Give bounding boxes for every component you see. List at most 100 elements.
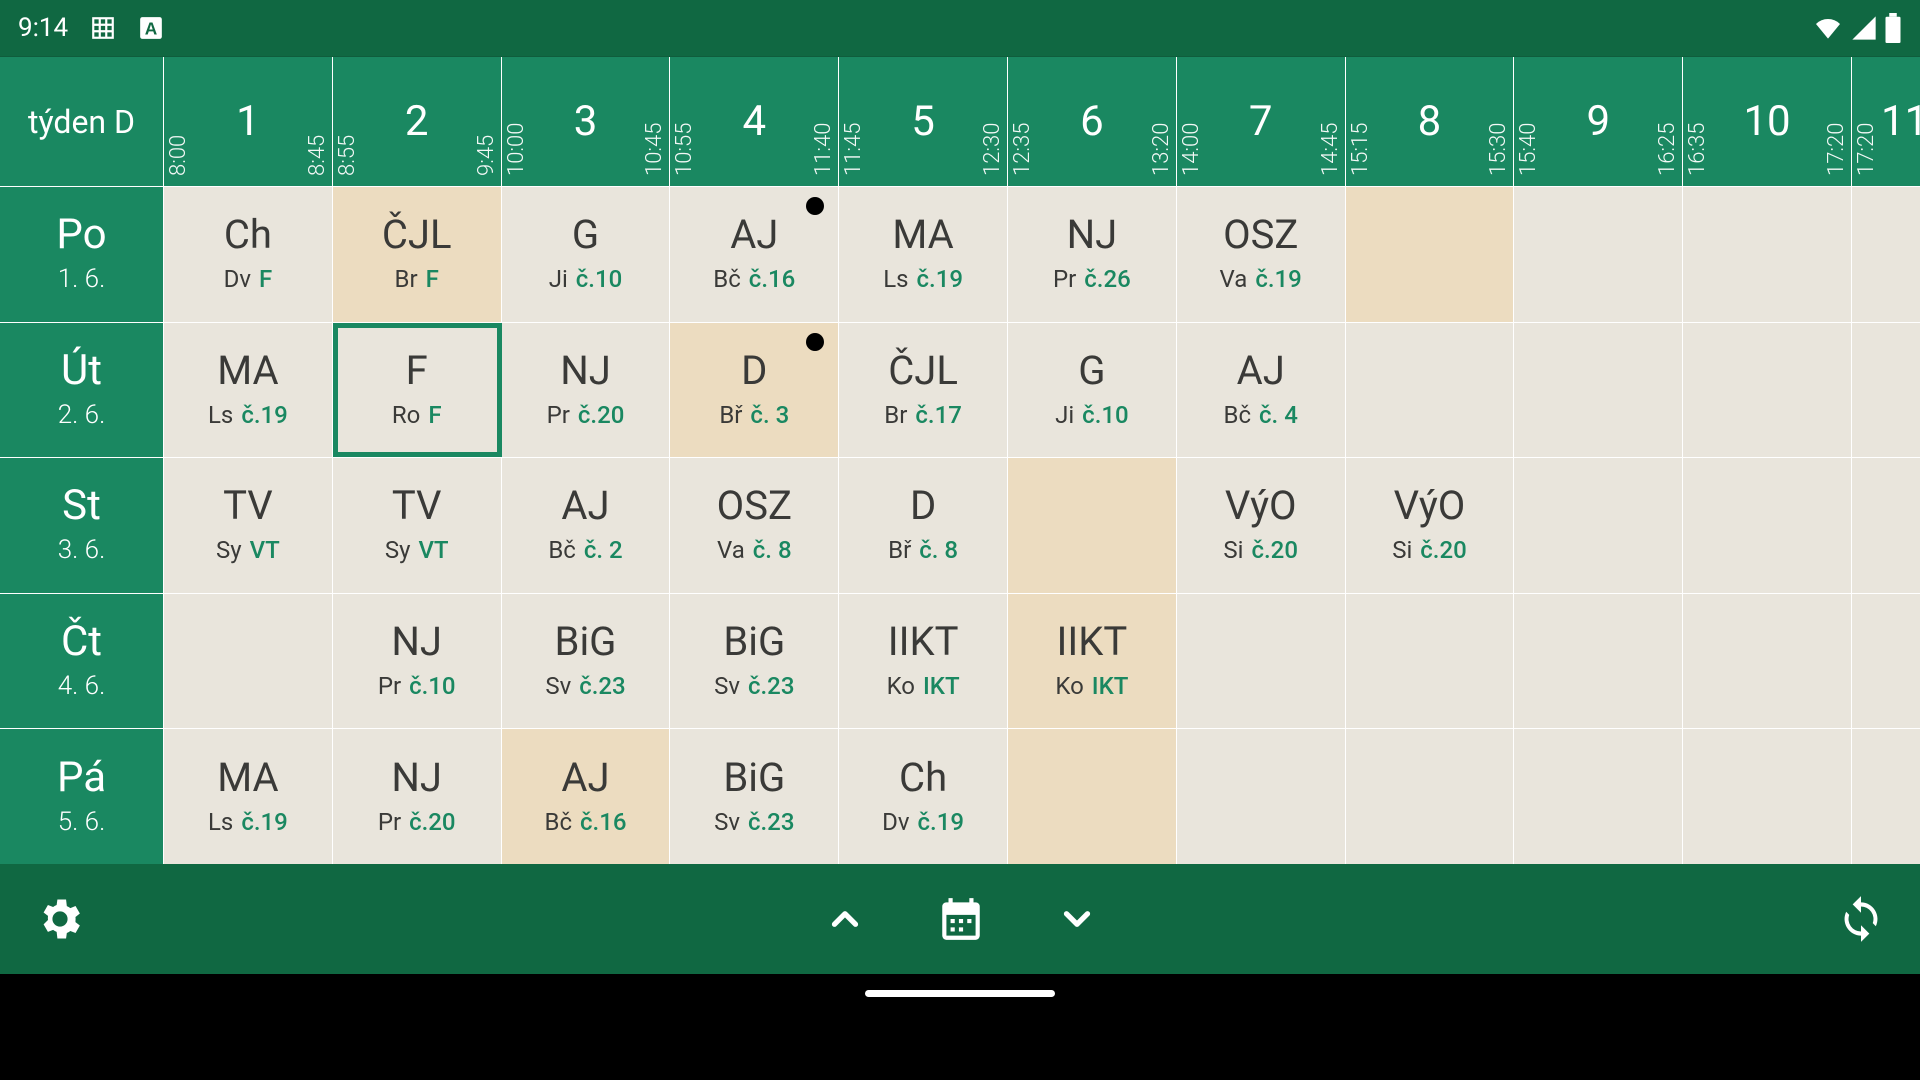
day-name: Út [61,350,102,392]
calendar-icon[interactable] [936,894,986,944]
subject-label: VýO [1225,486,1297,526]
lesson-cell[interactable]: MALsč.19 [839,187,1008,322]
wifi-icon [1812,12,1844,44]
lesson-meta: KoIKT [887,672,960,700]
day-row: Pá5. 6.MALsč.19NJPrč.20AJBčč.16BiGSvč.23… [0,728,1920,864]
room-label: č.20 [1420,536,1466,564]
lesson-cell[interactable]: AJBčč.16 [670,187,839,322]
chevron-down-icon[interactable] [1056,898,1098,940]
lesson-cell[interactable]: ČJLBrč.17 [839,323,1008,458]
lesson-cell[interactable]: NJPrč.10 [333,594,502,729]
lesson-cell[interactable]: IIKTKoIKT [839,594,1008,729]
status-time: 9:14 [18,13,68,43]
period-col-1: 8:0018:45 [164,57,333,186]
lesson-cell[interactable]: TVSyVT [333,458,502,593]
lesson-cell[interactable]: IIKTKoIKT [1008,594,1177,729]
lesson-meta: Prč.26 [1053,265,1131,293]
teacher-label: Bč [713,265,741,293]
empty-cell [1346,594,1515,729]
period-col-10: 16:351017:20 [1683,57,1852,186]
day-name: St [62,485,101,527]
lesson-cell[interactable]: MALsč.19 [164,729,333,864]
lesson-cell[interactable]: GJič.10 [1008,323,1177,458]
lesson-cell[interactable]: BiGSvč.23 [502,594,671,729]
teacher-label: Pr [378,808,401,836]
teacher-label: Pr [547,401,570,429]
period-end-time: 11:40 [809,57,838,186]
lesson-cell[interactable]: AJBčč.16 [502,729,671,864]
empty-cell [1683,187,1852,322]
status-bar: 9:14 A [0,0,1920,56]
lesson-meta: Svč.23 [545,672,625,700]
teacher-label: Bč [548,536,576,564]
lesson-cell[interactable]: GJič.10 [502,187,671,322]
empty-cell [1852,323,1920,458]
lesson-cell[interactable]: OSZVač. 8 [670,458,839,593]
period-end-time: 8:45 [303,57,332,186]
empty-cell [1683,458,1852,593]
room-label: č.17 [915,401,961,429]
lesson-cell[interactable]: DBřč. 3 [670,323,839,458]
period-number: 10 [1712,57,1822,186]
period-end-time: 12:30 [978,57,1007,186]
room-label: č.16 [580,808,626,836]
lesson-cell[interactable]: VýOSič.20 [1177,458,1346,593]
subject-label: VýO [1394,486,1466,526]
room-label: IKT [1092,672,1129,700]
teacher-label: Bř [719,401,742,429]
lesson-cell[interactable]: NJPrč.20 [333,729,502,864]
subject-label: AJ [561,758,609,798]
teacher-label: Va [717,536,745,564]
lesson-cell[interactable]: BiGSvč.23 [670,729,839,864]
nav-pill[interactable] [865,990,1055,997]
empty-cell [164,594,333,729]
lesson-meta: RoF [392,401,442,429]
lesson-cell[interactable]: MALsč.19 [164,323,333,458]
subject-label: BiG [723,622,785,662]
subject-label: Ch [224,215,272,255]
room-label: č.19 [918,808,964,836]
lesson-cell[interactable]: OSZVač.19 [1177,187,1346,322]
subject-label: NJ [391,622,442,662]
empty-cell [1683,594,1852,729]
sync-icon[interactable] [1836,894,1886,944]
lesson-meta: Br č.17 [884,401,962,429]
lesson-cell[interactable]: DBřč. 8 [839,458,1008,593]
lesson-cell[interactable]: NJPrč.20 [502,323,671,458]
teacher-label: Pr [378,672,401,700]
lesson-cell[interactable]: BiGSvč.23 [670,594,839,729]
lesson-cell[interactable]: AJBčč. 2 [502,458,671,593]
teacher-label: Ls [883,265,908,293]
lesson-cell[interactable]: ČJLBrF [333,187,502,322]
period-end-time: 13:20 [1147,57,1176,186]
empty-cell [1177,729,1346,864]
room-label: F [259,265,272,293]
lesson-cell[interactable]: VýOSič.20 [1346,458,1515,593]
lesson-meta: Lsč.19 [208,401,288,429]
lesson-meta: DvF [224,265,273,293]
day-date: 1. 6. [58,264,106,294]
teacher-label: Br [884,401,907,429]
lesson-cell[interactable]: NJPrč.26 [1008,187,1177,322]
lesson-cell[interactable]: Ch DvF [164,187,333,322]
room-label: č. 8 [919,536,958,564]
period-col-9: 15:40916:25 [1514,57,1683,186]
lesson-meta: Bčč. 2 [548,536,622,564]
lesson-cell[interactable]: AJBčč. 4 [1177,323,1346,458]
room-label: č.23 [748,672,794,700]
lesson-cell[interactable]: TVSyVT [164,458,333,593]
bottom-toolbar [0,864,1920,974]
teacher-label: Sy [216,536,242,564]
empty-cell [1852,729,1920,864]
empty-cell [1346,187,1515,322]
period-number: 3 [531,57,641,186]
room-label: č.16 [749,265,795,293]
settings-icon[interactable] [34,893,86,945]
day-name: Pá [57,757,106,799]
period-start-time: 8:00 [164,57,193,186]
android-nav-bar [0,974,1920,1020]
lesson-cell[interactable]: ChDvč.19 [839,729,1008,864]
lesson-cell[interactable]: FRoF [333,323,502,458]
period-col-7: 14:00714:45 [1177,57,1346,186]
chevron-up-icon[interactable] [824,898,866,940]
